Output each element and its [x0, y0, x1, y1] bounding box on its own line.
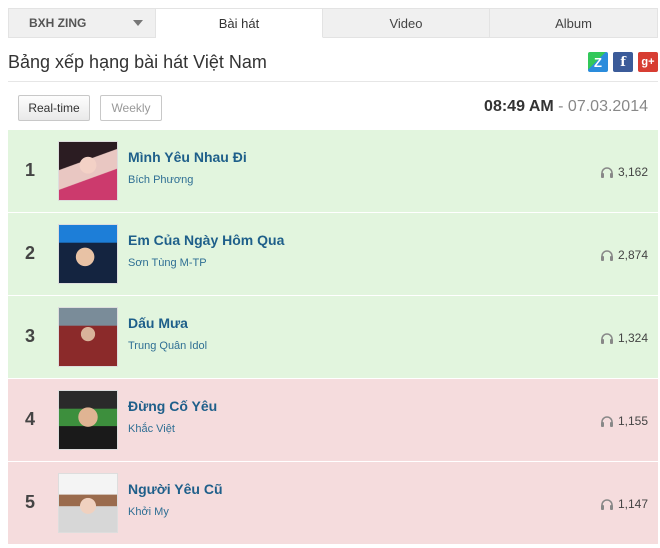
caret-down-icon	[133, 20, 143, 26]
chart-toolbar: Real-time Weekly 08:49 AM - 07.03.2014	[8, 94, 658, 122]
google-plus-icon[interactable]: g+	[638, 52, 658, 72]
artist-link[interactable]: Bích Phương	[128, 174, 193, 186]
artist-link[interactable]: Trung Quân Idol	[128, 340, 207, 352]
song-thumbnail[interactable]	[58, 141, 118, 201]
play-count-value: 1,147	[617, 497, 648, 511]
headphones-icon	[600, 499, 613, 510]
facebook-icon[interactable]: f	[613, 52, 633, 72]
rank-number: 1	[24, 160, 35, 180]
zing-icon[interactable]: Z	[588, 52, 608, 72]
update-date: - 07.03.2014	[553, 98, 648, 115]
play-count: 2,874	[600, 248, 648, 262]
song-thumbnail[interactable]	[58, 473, 118, 533]
chart-source-dropdown[interactable]: BXH ZING	[8, 8, 156, 38]
headphones-icon	[600, 416, 613, 427]
headphones-icon	[600, 250, 613, 261]
update-time: 08:49 AM	[484, 98, 554, 115]
timestamp: 08:49 AM - 07.03.2014	[484, 98, 648, 116]
chart-row: 2 Em Của Ngày Hôm Qua Sơn Tùng M-TP 2,87…	[8, 213, 658, 296]
play-count-value: 1,155	[617, 414, 648, 428]
play-count-value: 1,324	[617, 331, 648, 345]
song-title-link[interactable]: Em Của Ngày Hôm Qua	[128, 232, 284, 248]
artist-link[interactable]: Sơn Tùng M-TP	[128, 257, 207, 269]
play-count: 1,155	[600, 414, 648, 428]
song-title-link[interactable]: Dấu Mưa	[128, 315, 188, 331]
song-title-link[interactable]: Đừng Cố Yêu	[128, 398, 217, 414]
rank-number: 3	[24, 326, 35, 346]
page-title: Bảng xếp hạng bài hát Việt Nam	[8, 52, 267, 72]
weekly-button[interactable]: Weekly	[100, 95, 162, 121]
headphones-icon	[600, 333, 613, 344]
chart-row: 4 Đừng Cố Yêu Khắc Việt 1,155	[8, 379, 658, 462]
realtime-button[interactable]: Real-time	[18, 95, 90, 121]
play-count: 1,324	[600, 331, 648, 345]
top-tabs: BXH ZING Bài hát Video Album	[8, 8, 658, 38]
song-thumbnail[interactable]	[58, 390, 118, 450]
artist-link[interactable]: Khởi My	[128, 506, 169, 518]
chart-list: 1 Mình Yêu Nhau Đi Bích Phương 3,162 2 E…	[8, 130, 658, 545]
play-count-value: 3,162	[617, 165, 648, 179]
tab-video[interactable]: Video	[323, 8, 490, 38]
tab-album[interactable]: Album	[490, 8, 658, 38]
chart-row: 1 Mình Yêu Nhau Đi Bích Phương 3,162	[8, 130, 658, 213]
share-buttons: Z f g+	[588, 52, 658, 72]
headphones-icon	[600, 167, 613, 178]
play-count-value: 2,874	[617, 248, 648, 262]
chart-source-label: BXH ZING	[29, 16, 87, 30]
rank-number: 2	[24, 243, 35, 263]
rank-number: 4	[24, 409, 35, 429]
artist-link[interactable]: Khắc Việt	[128, 423, 175, 435]
tab-songs[interactable]: Bài hát	[156, 8, 323, 38]
play-count: 1,147	[600, 497, 648, 511]
chart-row: 3 Dấu Mưa Trung Quân Idol 1,324	[8, 296, 658, 379]
song-title-link[interactable]: Người Yêu Cũ	[128, 481, 223, 497]
song-thumbnail[interactable]	[58, 224, 118, 284]
play-count: 3,162	[600, 165, 648, 179]
song-thumbnail[interactable]	[58, 307, 118, 367]
chart-row: 5 Người Yêu Cũ Khởi My 1,147	[8, 462, 658, 545]
song-title-link[interactable]: Mình Yêu Nhau Đi	[128, 149, 247, 165]
chart-header: Bảng xếp hạng bài hát Việt Nam Z f g+	[8, 50, 658, 82]
rank-number: 5	[24, 492, 35, 512]
